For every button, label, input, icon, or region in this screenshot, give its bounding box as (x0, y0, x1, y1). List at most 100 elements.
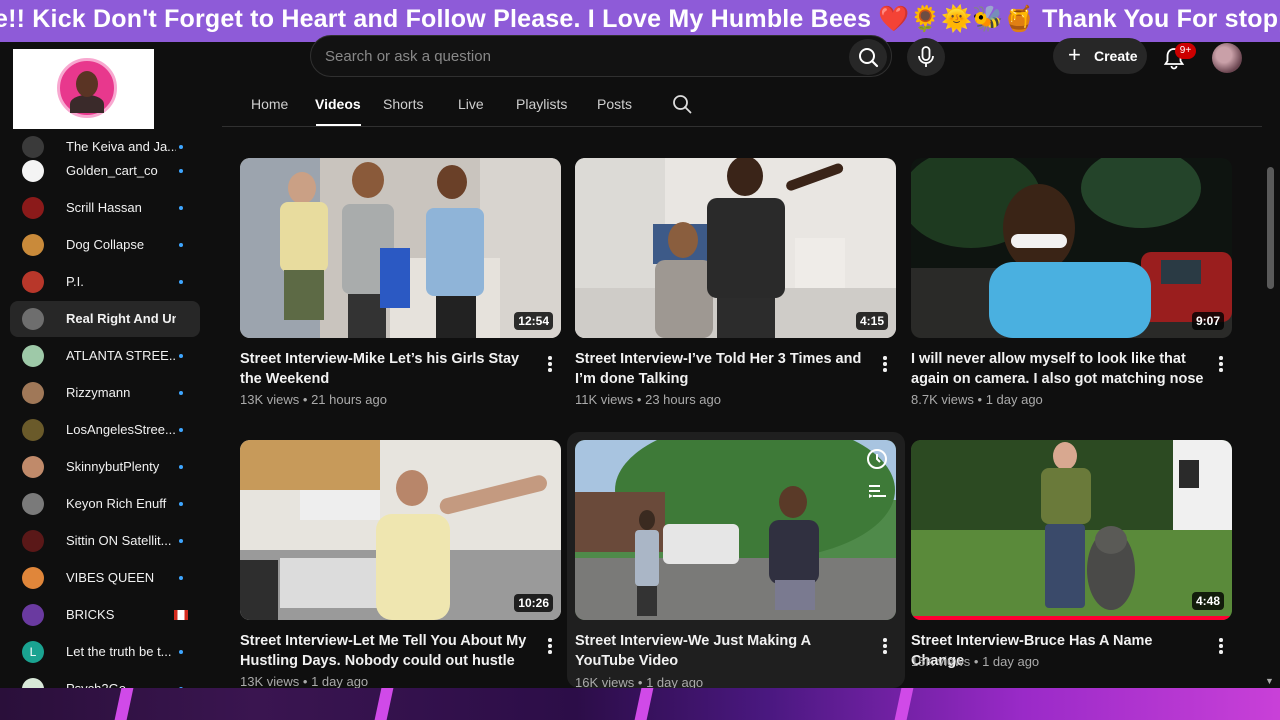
sidebar-item-14[interactable]: BRICKS (10, 597, 200, 633)
sidebar-item-label: Scrill Hassan (66, 200, 142, 215)
sidebar-item-2[interactable]: Golden_cart_co (10, 153, 200, 189)
video-card-6[interactable]: 4:48 Street Interview-Bruce Has A Name C… (911, 440, 1233, 688)
scroll-down-arrow-icon[interactable]: ▼ (1265, 676, 1274, 686)
video-title[interactable]: Street Interview-Let Me Tell You About M… (240, 631, 536, 671)
more-options-button[interactable] (1214, 636, 1228, 656)
video-duration: 4:48 (1191, 592, 1224, 610)
video-metadata: 15K views • 1 day ago (911, 654, 1039, 669)
more-options-button[interactable] (878, 636, 892, 656)
new-content-dot (179, 206, 183, 210)
screen: e!! Kick Don't Forget to Heart and Follo… (0, 0, 1280, 720)
new-content-dot (179, 243, 183, 247)
more-options-button[interactable] (878, 354, 892, 374)
video-views: 11K views (575, 392, 634, 407)
channel-avatar (22, 382, 44, 404)
video-card-1[interactable]: 12:54 Street Interview-Mike Let’s his Gi… (240, 158, 562, 413)
sidebar-item-11[interactable]: Keyon Rich Enuff (10, 486, 200, 522)
sidebar-item-label: Real Right And Unc... (66, 311, 176, 326)
sidebar-item-label: Rizzymann (66, 385, 131, 400)
new-content-dot (179, 576, 183, 580)
create-button[interactable]: + Create (1053, 38, 1147, 74)
video-card-2[interactable]: 4:15 Street Interview-I’ve Told Her 3 Ti… (575, 158, 897, 413)
sidebar-item-label: LosAngelesStree... (66, 422, 176, 437)
stream-overlay-bar (0, 688, 1280, 720)
search-button[interactable] (849, 39, 887, 75)
video-duration: 9:07 (1191, 312, 1224, 330)
channel-avatar (22, 345, 44, 367)
tab-playlists[interactable]: Playlists (516, 96, 567, 112)
sidebar-item-13[interactable]: VIBES QUEEN (10, 560, 200, 596)
video-card-4[interactable]: 10:26 Street Interview-Let Me Tell You A… (240, 440, 562, 689)
sidebar-item-label: The Keiva and Ja... (66, 139, 176, 154)
video-metadata: 13K views • 1 day ago (240, 674, 368, 689)
video-age: 1 day ago (982, 654, 1040, 669)
more-options-button[interactable] (543, 354, 557, 374)
video-age: 1 day ago (311, 674, 369, 689)
sidebar-item-label: SkinnybutPlenty (66, 459, 160, 474)
new-content-dot (179, 145, 183, 149)
sidebar-item-4[interactable]: Dog Collapse (10, 227, 200, 263)
video-title[interactable]: I will never allow myself to look like t… (911, 349, 1207, 389)
watch-later-button[interactable] (866, 448, 888, 470)
new-content-dot (179, 428, 183, 432)
tab-posts[interactable]: Posts (597, 96, 632, 112)
video-thumbnail[interactable]: 12:54 (240, 158, 561, 338)
video-title[interactable]: Street Interview-I’ve Told Her 3 Times a… (575, 349, 871, 389)
voice-search-button[interactable] (907, 38, 945, 76)
channel-avatar (22, 456, 44, 478)
video-thumbnail[interactable]: 4:15 (575, 158, 896, 338)
video-duration: 4:15 (855, 312, 888, 330)
search-input[interactable] (325, 48, 825, 65)
thumbnail-image (240, 440, 561, 620)
sidebar-item-label: Golden_cart_co (66, 163, 158, 178)
video-card-3[interactable]: 9:07 I will never allow myself to look l… (911, 158, 1233, 413)
thumbnail-image (575, 158, 896, 338)
more-options-button[interactable] (1214, 354, 1228, 374)
sidebar-item-label: Let the truth be t... (66, 644, 172, 659)
sidebar-item-12[interactable]: Sittin ON Satellit... (10, 523, 200, 559)
more-options-button[interactable] (543, 636, 557, 656)
sidebar-subscriptions: The Keiva and Ja... Golden_cart_co Scril… (0, 42, 210, 692)
tab-shorts[interactable]: Shorts (383, 96, 423, 112)
video-card-5[interactable]: Street Interview-We Just Making A YouTub… (567, 432, 905, 690)
channel-avatar (22, 197, 44, 219)
search-bar[interactable] (310, 35, 892, 77)
sidebar-item-9[interactable]: LosAngelesStree... (10, 412, 200, 448)
video-thumbnail[interactable] (575, 440, 896, 620)
tab-videos[interactable]: Videos (315, 96, 361, 112)
channel-search-button[interactable] (672, 94, 692, 114)
account-avatar[interactable] (1212, 43, 1242, 73)
plus-icon: + (1068, 42, 1081, 67)
channel-avatar (22, 604, 44, 626)
tab-home[interactable]: Home (251, 96, 288, 112)
add-to-queue-button[interactable] (866, 480, 888, 502)
video-thumbnail[interactable]: 4:48 (911, 440, 1232, 620)
video-thumbnail[interactable]: 10:26 (240, 440, 561, 620)
video-title[interactable]: Street Interview-We Just Making A YouTub… (575, 631, 871, 671)
sidebar-item-label: BRICKS (66, 607, 115, 622)
video-age: 21 hours ago (311, 392, 387, 407)
sidebar-item-7[interactable]: ATLANTA STREE... (10, 338, 200, 374)
tab-live[interactable]: Live (458, 96, 484, 112)
video-views: 8.7K views (911, 392, 974, 407)
scrollbar-thumb[interactable] (1267, 167, 1274, 289)
sidebar-item-8[interactable]: Rizzymann (10, 375, 200, 411)
video-thumbnail[interactable]: 9:07 (911, 158, 1232, 338)
new-content-dot (179, 502, 183, 506)
new-content-dot (179, 465, 183, 469)
new-content-dot (179, 539, 183, 543)
sidebar-item-label: VIBES QUEEN (66, 570, 155, 585)
sidebar-item-3[interactable]: Scrill Hassan (10, 190, 200, 226)
video-views: 13K views (240, 392, 300, 407)
channel-avatar (22, 567, 44, 589)
sidebar-item-15[interactable]: L Let the truth be t... (10, 634, 200, 670)
sidebar-item-6[interactable]: Real Right And Unc... (10, 301, 200, 337)
sidebar-item-label: P.I. (66, 274, 84, 289)
channel-avatar-letter: L (22, 641, 44, 663)
video-title[interactable]: Street Interview-Mike Let’s his Girls St… (240, 349, 536, 389)
sidebar-item-label: Keyon Rich Enuff (66, 496, 167, 511)
meta-separator: • (302, 392, 308, 407)
sidebar-item-5[interactable]: P.I. (10, 264, 200, 300)
sidebar-item-10[interactable]: SkinnybutPlenty (10, 449, 200, 485)
new-content-dot (179, 391, 183, 395)
